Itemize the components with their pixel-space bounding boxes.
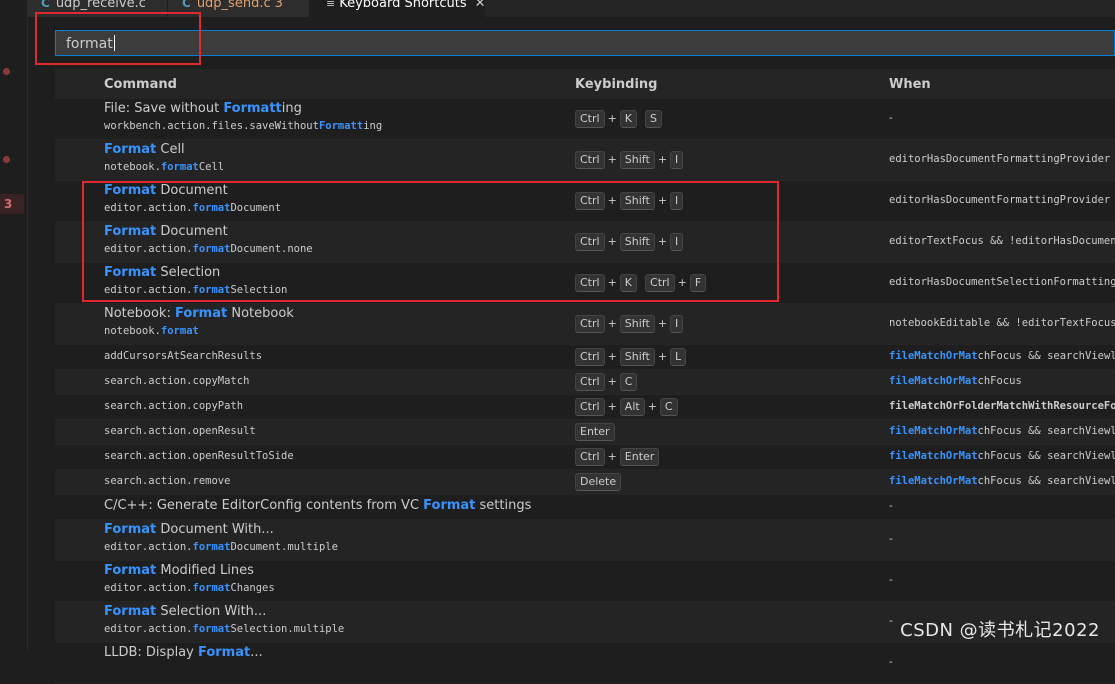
table-row[interactable]: Format Document editor.action.formatDocu…: [55, 181, 1115, 222]
keybinding[interactable]: Ctrl + Enter: [575, 448, 660, 466]
table-row[interactable]: Notebook: Format Notebook notebook.forma…: [55, 304, 1115, 345]
keybindings-table: Command Keybinding When File: Save witho…: [55, 69, 1115, 684]
command-title: Format Document With...: [104, 522, 274, 537]
command-id: notebook.format: [104, 325, 199, 337]
editor-gutter: 3: [0, 0, 28, 650]
close-icon[interactable]: ✕: [475, 0, 484, 11]
table-row[interactable]: search.action.copyMatch Ctrl + C fileMatch…: [55, 370, 1115, 395]
table-row[interactable]: Format Modified Lines editor.action.form…: [55, 561, 1115, 602]
watermark: CSDN @读书札记2022: [900, 620, 1100, 641]
column-header-when[interactable]: When: [889, 77, 931, 92]
table-row[interactable]: search.action.remove Delete fileMatchOrM…: [55, 470, 1115, 495]
table-row[interactable]: addCursorsAtSearchResults Ctrl + Shift + L f…: [55, 345, 1115, 370]
command-id: editor.action.formatDocument.multiple: [104, 541, 338, 553]
command-title: Format Modified Lines: [104, 563, 254, 578]
when-clause: editorHasDocumentSelectionFormattingPro: [889, 276, 1115, 288]
command-id: search.action.copyPath: [104, 400, 244, 412]
table-row[interactable]: LLDB: Display Format... -: [55, 643, 1115, 684]
keybinding[interactable]: Ctrl + K S: [575, 110, 662, 128]
when-clause: notebookEditable && !editorTextFocus &&: [889, 317, 1115, 329]
table-row[interactable]: C/C++: Generate EditorConfig contents fr…: [55, 495, 1115, 520]
command-id: search.action.copyMatch: [104, 375, 250, 387]
keybinding[interactable]: Ctrl + Alt + C: [575, 398, 678, 416]
keybindings-search-input[interactable]: format: [55, 30, 1115, 56]
table-row[interactable]: Format Selection editor.action.formatSel…: [55, 263, 1115, 304]
error-count-badge: 3: [0, 194, 24, 214]
command-title: LLDB: Display Format...: [104, 645, 263, 660]
when-clause: editorTextFocus && !editorHasDocumentFo: [889, 235, 1115, 247]
table-row[interactable]: Format Cell notebook.formatCell Ctrl + Shi…: [55, 140, 1115, 181]
command-title: File: Save without Formatting: [104, 101, 302, 116]
breakpoint-dot[interactable]: [3, 156, 10, 163]
command-id: workbench.action.files.saveWithoutFormat…: [104, 120, 383, 132]
table-row[interactable]: File: Save without Formatting workbench.…: [55, 99, 1115, 140]
problem-count: 3: [274, 0, 283, 11]
when-clause: fileMatchOrMatchFocus && searchViewletV: [889, 450, 1115, 462]
keybinding[interactable]: Delete: [575, 473, 622, 491]
tab-udp-send[interactable]: Cudp_send.c 3: [168, 0, 310, 17]
c-file-icon: C: [41, 0, 50, 10]
c-file-icon: C: [182, 0, 191, 10]
when-clause: fileMatchOrFolderMatchWithResourceFocus: [889, 400, 1115, 412]
command-id: search.action.remove: [104, 475, 231, 487]
when-clause: -: [889, 500, 893, 512]
command-title: Format Document: [104, 183, 228, 198]
table-row[interactable]: search.action.openResult Enter fileMatch…: [55, 420, 1115, 445]
table-row[interactable]: Format Document editor.action.formatDocu…: [55, 222, 1115, 263]
command-title: Format Document: [104, 224, 228, 239]
command-id: editor.action.formatChanges: [104, 582, 275, 594]
when-clause: fileMatchOrMatchFocus: [889, 375, 1022, 387]
when-clause: -: [889, 656, 893, 668]
command-id: editor.action.formatDocument.none: [104, 243, 313, 255]
keybinding[interactable]: Ctrl + C: [575, 373, 638, 391]
command-title: C/C++: Generate EditorConfig contents fr…: [104, 498, 532, 513]
breakpoint-dot[interactable]: [3, 68, 10, 75]
command-id: addCursorsAtSearchResults: [104, 350, 263, 362]
keybinding[interactable]: Ctrl + Shift + I: [575, 315, 684, 333]
command-id: search.action.openResult: [104, 425, 256, 437]
when-clause: editorHasDocumentFormattingProvider &&: [889, 153, 1115, 165]
keybinding[interactable]: Ctrl + Shift + I: [575, 192, 684, 210]
keybinding[interactable]: Ctrl + Shift + I: [575, 151, 684, 169]
command-id: editor.action.formatDocument: [104, 202, 282, 214]
when-clause: fileMatchOrMatchFocus && searchViewletV: [889, 425, 1115, 437]
tab-udp-receive[interactable]: Cudp_receive.c: [27, 0, 168, 17]
table-row[interactable]: search.action.copyPath Ctrl + Alt + C fileMa…: [55, 395, 1115, 420]
when-clause: -: [889, 533, 893, 545]
column-header-keybinding[interactable]: Keybinding: [575, 77, 657, 92]
when-clause: fileMatchOrMatchFocus && searchViewletV: [889, 350, 1115, 362]
command-title: Notebook: Format Notebook: [104, 306, 294, 321]
when-clause: editorHasDocumentFormattingProvider &&: [889, 194, 1115, 206]
when-clause: -: [889, 574, 893, 586]
command-id: editor.action.formatSelection.multiple: [104, 623, 345, 635]
command-title: Format Selection With...: [104, 604, 267, 619]
search-value: format: [66, 36, 113, 52]
text-caret: [113, 35, 115, 51]
command-title: Format Cell: [104, 142, 185, 157]
command-id: editor.action.formatSelection: [104, 284, 288, 296]
keybinding[interactable]: Ctrl + Shift + L: [575, 348, 687, 366]
tab-keyboard-shortcuts[interactable]: ≡ Keyboard Shortcuts ✕: [310, 0, 485, 17]
when-clause: -: [889, 112, 893, 124]
keybinding[interactable]: Enter: [575, 423, 615, 441]
command-title: Format Selection: [104, 265, 221, 280]
keybinding[interactable]: Ctrl + K Ctrl + F: [575, 274, 707, 292]
keybinding[interactable]: Ctrl + Shift + I: [575, 233, 684, 251]
table-header: Command Keybinding When: [55, 69, 1115, 99]
command-id: notebook.formatCell: [104, 161, 225, 173]
keyboard-shortcuts-icon: ≡: [326, 0, 336, 10]
table-row[interactable]: Format Document With... editor.action.fo…: [55, 520, 1115, 561]
column-header-command[interactable]: Command: [104, 77, 177, 92]
command-id: search.action.openResultToSide: [104, 450, 294, 462]
table-row[interactable]: search.action.openResultToSide Ctrl + Ente…: [55, 445, 1115, 470]
when-clause: fileMatchOrMatchFocus && searchViewletV: [889, 475, 1115, 487]
editor-tab-bar: Cudp_receive.c Cudp_send.c 3 ≡ Keyboard Sh…: [27, 0, 1115, 17]
